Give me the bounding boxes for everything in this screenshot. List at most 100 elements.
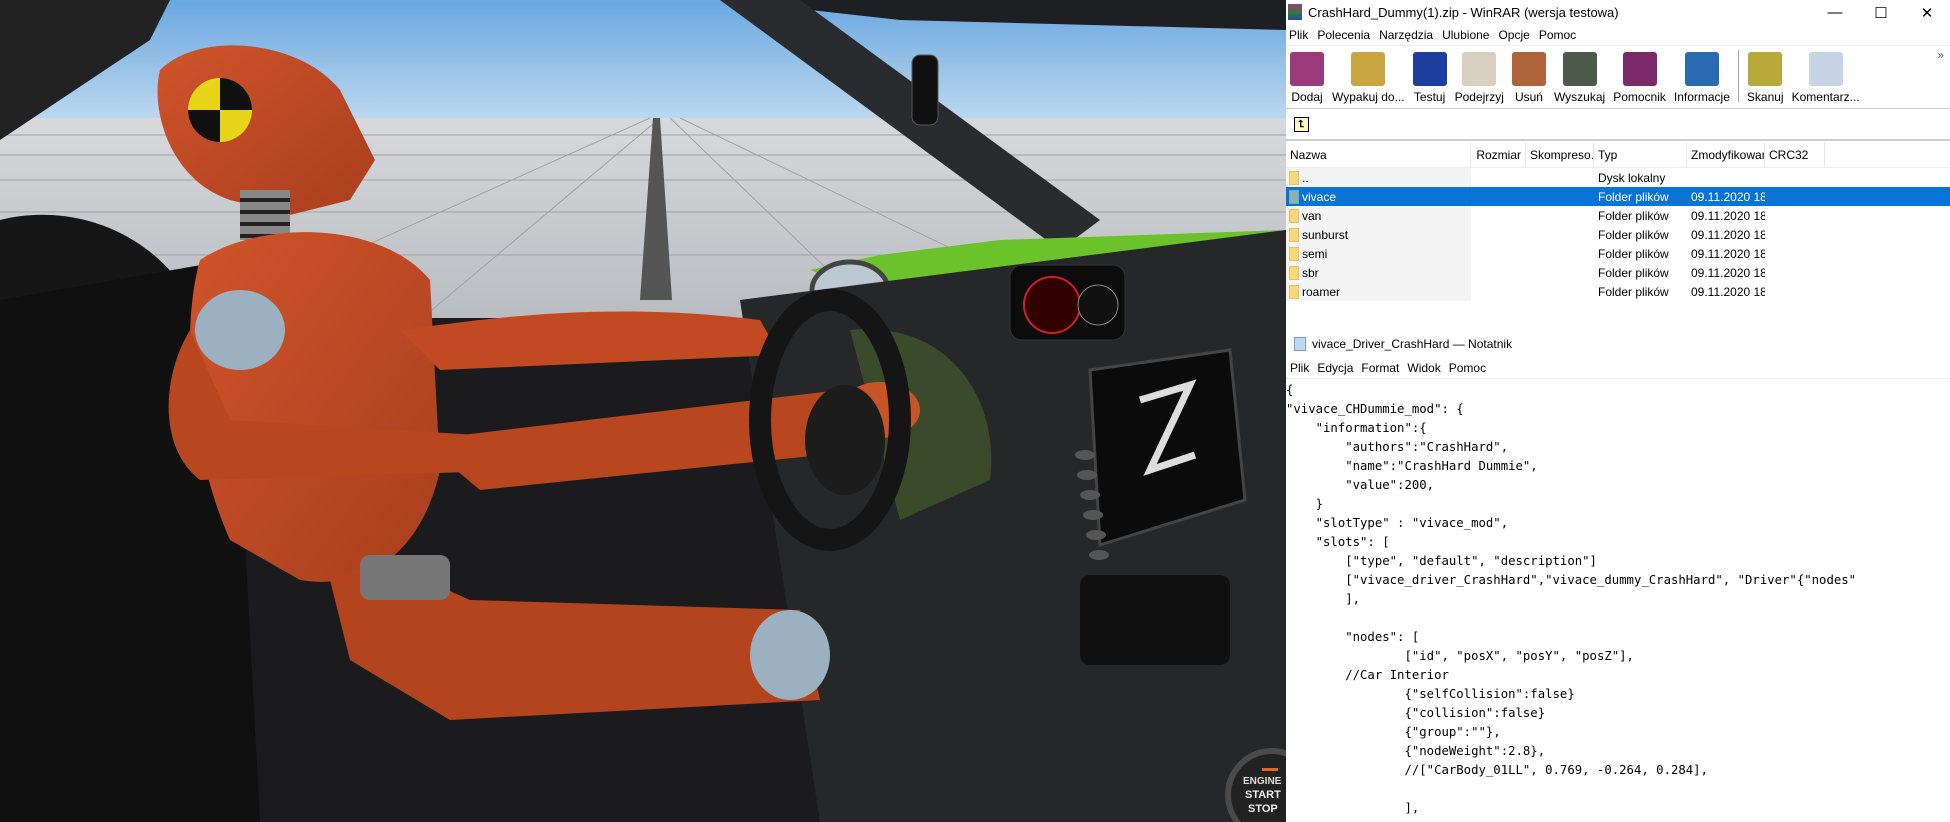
cell-modified: 09.11.2020 18:44 <box>1691 284 1765 299</box>
toolbar-button-wyszukaj[interactable]: Wyszukaj <box>1550 52 1609 108</box>
toolbar-button-podejrzyj[interactable]: Podejrzyj <box>1451 52 1508 108</box>
window-title: CrashHard_Dummy(1).zip - WinRAR (wersja … <box>1308 5 1619 20</box>
close-button[interactable]: ✕ <box>1904 0 1950 25</box>
code-line: "value":200, <box>1286 478 1435 492</box>
column-typ[interactable]: Typ <box>1594 143 1687 167</box>
file-name: sbr <box>1302 265 1319 280</box>
winrar-toolbar: Dodaj Wypakuj do... Testuj Podejrzyj Usuń Wys… <box>1286 45 1950 109</box>
toolbar-button-skanuj[interactable]: Skanuj <box>1743 52 1788 108</box>
dummy-neck <box>240 190 290 240</box>
code-line: //["CarBody_01LL", 0.769, -0.264, 0.284]… <box>1286 763 1708 777</box>
notepad-titlebar: vivace_Driver_CrashHard — Notatnik <box>1286 330 1950 358</box>
cell-type: Folder plików <box>1598 246 1669 261</box>
up-folder-button[interactable]: ⮤ <box>1294 116 1309 132</box>
code-line: ["vivace_driver_CrashHard","vivace_dummy… <box>1286 573 1857 587</box>
code-line: ["id", "posX", "posY", "posZ"], <box>1286 649 1634 663</box>
winrar-menubar: Plik Polecenia Narzędzia Ulubione Opcje … <box>1286 25 1950 45</box>
np-menu-widok[interactable]: Widok <box>1407 361 1440 375</box>
file-name: sunburst <box>1302 227 1349 242</box>
file-row-roamer[interactable]: roamer Folder plików 09.11.2020 18:44 <box>1286 282 1950 301</box>
file-row-vivace[interactable]: vivace Folder plików 09.11.2020 18:44 <box>1286 187 1950 206</box>
dummy-knee <box>750 610 830 700</box>
menu-ulubione[interactable]: Ulubione <box>1442 28 1489 42</box>
code-line: "authors":"CrashHard", <box>1286 440 1509 454</box>
wizard-icon <box>1622 52 1657 86</box>
np-menu-format[interactable]: Format <box>1361 361 1399 375</box>
toolbar-button-wypakuj-do[interactable]: Wypakuj do... <box>1328 52 1409 108</box>
np-menu-edycja[interactable]: Edycja <box>1317 361 1353 375</box>
column-skompresowany[interactable]: Skompreso... <box>1526 143 1594 167</box>
menu-pomoc[interactable]: Pomoc <box>1539 28 1576 42</box>
find-icon <box>1562 52 1597 86</box>
address-bar: ⮤ <box>1286 109 1950 141</box>
column-crc32[interactable]: CRC32 <box>1765 143 1825 167</box>
cell-type: Folder plików <box>1598 189 1669 204</box>
cell-type: Dysk lokalny <box>1598 170 1666 185</box>
menu-plik[interactable]: Plik <box>1289 28 1308 42</box>
winrar-app-icon <box>1288 4 1302 20</box>
file-row-sunburst[interactable]: sunburst Folder plików 09.11.2020 18:44 <box>1286 225 1950 244</box>
folder-icon <box>1289 227 1299 242</box>
dummy-arm-far <box>400 311 780 370</box>
toolbar-button-label: Informacje <box>1673 90 1730 104</box>
toolbar-button-label: Podejrzyj <box>1454 90 1504 104</box>
file-row-semi[interactable]: semi Folder plików 09.11.2020 18:44 <box>1286 244 1950 263</box>
file-row-van[interactable]: van Folder plików 09.11.2020 18:44 <box>1286 206 1950 225</box>
stop-label: STOP <box>1248 803 1278 815</box>
file-list: .. Dysk lokalny vivace Folder plików 09.11.2… <box>1286 168 1950 301</box>
code-line: } <box>1286 497 1324 511</box>
notepad-text-area[interactable]: {"vivace_CHDummie_mod": { "information":… <box>1286 379 1950 818</box>
toolbar-button-testuj[interactable]: Testuj <box>1409 52 1451 108</box>
toolbar-more-button[interactable]: » <box>1937 48 1944 62</box>
folder-icon <box>1289 170 1299 185</box>
cell-modified: 09.11.2020 18:44 <box>1691 227 1765 242</box>
toolbar-button-komentarz[interactable]: Komentarz... <box>1788 52 1864 108</box>
np-menu-pomoc[interactable]: Pomoc <box>1449 361 1486 375</box>
winrar-window: CrashHard_Dummy(1).zip - WinRAR (wersja … <box>1286 0 1950 310</box>
column-rozmiar[interactable]: Rozmiar <box>1471 143 1526 167</box>
game-viewport-crash-dummy-in-car: ENGINE START STOP <box>0 0 1286 822</box>
file-row-parent[interactable]: .. Dysk lokalny <box>1286 168 1950 187</box>
menu-polecenia[interactable]: Polecenia <box>1317 28 1370 42</box>
steering-hub <box>805 385 885 495</box>
cell-name: roamer <box>1286 282 1471 301</box>
extract-icon <box>1351 52 1386 86</box>
toolbar-button-label: Dodaj <box>1291 90 1323 104</box>
info-icon <box>1684 52 1719 86</box>
dummy-shoulder-joint <box>195 290 285 370</box>
cell-modified: 09.11.2020 18:44 <box>1691 208 1765 223</box>
code-line: "information":{ <box>1286 421 1427 435</box>
maximize-button[interactable]: ☐ <box>1858 0 1904 25</box>
np-menu-plik[interactable]: Plik <box>1290 361 1309 375</box>
minimize-button[interactable]: — <box>1812 0 1858 25</box>
code-line: ], <box>1286 801 1420 815</box>
toolbar-button-dodaj[interactable]: Dodaj <box>1286 52 1328 108</box>
folder-icon <box>1289 265 1299 280</box>
cell-type: Folder plików <box>1598 208 1669 223</box>
toolbar-button-usuń[interactable]: Usuń <box>1508 52 1550 108</box>
cell-type: Folder plików <box>1598 227 1669 242</box>
code-line: ["type", "default", "description"] <box>1286 554 1597 568</box>
folder-icon <box>1289 246 1299 261</box>
toolbar-button-label: Wyszukaj <box>1553 90 1606 104</box>
column-zmodyfikowany[interactable]: Zmodyfikowany <box>1687 143 1765 167</box>
menu-opcje[interactable]: Opcje <box>1498 28 1529 42</box>
toolbar-separator <box>1737 50 1739 102</box>
column-nazwa[interactable]: Nazwa <box>1286 143 1471 167</box>
file-name: roamer <box>1302 284 1341 299</box>
code-line: {"selfCollision":false} <box>1286 687 1575 701</box>
add-archive-icon <box>1290 52 1324 86</box>
delete-icon <box>1511 52 1546 86</box>
engine-label: ENGINE <box>1243 776 1282 787</box>
dummy-torso <box>190 232 440 582</box>
file-row-sbr[interactable]: sbr Folder plików 09.11.2020 18:44 <box>1286 263 1950 282</box>
toolbar-button-pomocnik[interactable]: Pomocnik <box>1609 52 1670 108</box>
cell-modified: 09.11.2020 18:44 <box>1691 189 1765 204</box>
file-list-header: Nazwa Rozmiar Skompreso... Typ Zmodyfiko… <box>1286 143 1950 168</box>
toolbar-button-informacje[interactable]: Informacje <box>1670 52 1734 108</box>
toolbar-button-label: Skanuj <box>1746 90 1784 104</box>
game-scene: ENGINE START STOP <box>0 0 1286 822</box>
menu-narzedzia[interactable]: Narzędzia <box>1379 28 1433 42</box>
notepad-icon <box>1294 337 1306 351</box>
